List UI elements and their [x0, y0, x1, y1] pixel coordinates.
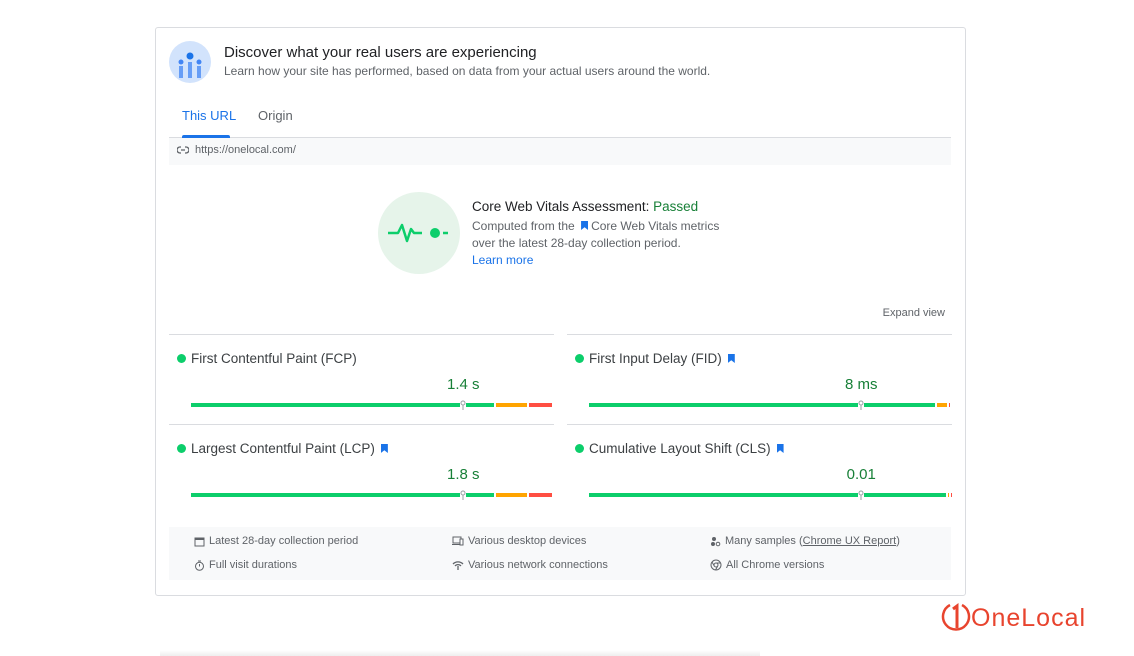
segment-good — [191, 403, 494, 407]
metric-name: Cumulative Layout Shift (CLS) — [575, 441, 787, 456]
chrome-ux-report-link[interactable]: Chrome UX Report — [803, 535, 897, 547]
footer-text: Many samples ( — [725, 535, 803, 547]
metric-value: 1.4 s — [446, 376, 480, 393]
footer-text: All Chrome versions — [726, 559, 825, 571]
heartbeat-icon — [378, 192, 460, 274]
section-title: Discover what your real users are experi… — [224, 44, 537, 61]
data-source-footer: Latest 28-day collection period Full vis… — [169, 527, 951, 580]
assessment-text: Computed from the — [472, 219, 575, 233]
metric-label: First Contentful Paint (FCP) — [191, 351, 357, 366]
footer-durations: Full visit durations — [194, 559, 297, 571]
section-subtitle: Learn how your site has performed, based… — [224, 64, 711, 78]
metric-name: Largest Contentful Paint (LCP) — [177, 441, 391, 456]
timer-icon — [195, 560, 204, 571]
footer-period: Latest 28-day collection period — [194, 535, 358, 547]
link-icon — [177, 146, 189, 154]
url-bar: https://onelocal.com/ — [169, 138, 951, 165]
metric-value: 0.01 — [846, 466, 876, 483]
segment-needs-improvement — [937, 403, 948, 407]
p75-marker — [460, 487, 467, 500]
chrome-icon — [710, 559, 722, 571]
segment-needs-improvement — [948, 493, 950, 497]
metric-name: First Contentful Paint (FCP) — [177, 351, 357, 366]
segment-poor — [950, 493, 952, 497]
metric-label: Largest Contentful Paint (LCP) — [191, 441, 375, 456]
tab-bar: This URL Origin — [169, 98, 951, 138]
tab-origin[interactable]: Origin — [258, 108, 293, 123]
assessment-title: Core Web Vitals Assessment: Passed — [472, 199, 698, 214]
segment-good — [589, 403, 936, 407]
p75-marker — [460, 397, 467, 410]
metric-value: 8 ms — [844, 376, 878, 393]
good-status-icon — [575, 354, 584, 363]
url-text: https://onelocal.com/ — [195, 144, 296, 156]
assessment-label: Core Web Vitals Assessment: — [472, 199, 654, 214]
distribution-bar — [589, 400, 952, 410]
bookmark-icon — [380, 444, 388, 453]
footer-text: ) — [896, 535, 900, 547]
metric-cls: Cumulative Layout Shift (CLS) 0.01 — [567, 424, 952, 514]
footer-samples: Many samples (Chrome UX Report) — [710, 535, 900, 547]
metric-fcp: First Contentful Paint (FCP) 1.4 s — [169, 334, 554, 424]
metric-label: Cumulative Layout Shift (CLS) — [589, 441, 771, 456]
bookmark-icon — [727, 354, 735, 363]
p75-marker — [858, 397, 865, 410]
onelocal-logo: OneLocal — [941, 601, 1086, 635]
segment-good — [191, 493, 494, 497]
segment-poor — [949, 403, 951, 407]
footer-text: Latest 28-day collection period — [209, 535, 359, 547]
assessment-line-2: over the latest 28-day collection period… — [472, 236, 681, 250]
segment-needs-improvement — [495, 403, 527, 407]
segment-poor — [528, 403, 552, 407]
metric-name: First Input Delay (FID) — [575, 351, 738, 366]
assessment-text: Core Web Vitals metrics — [591, 219, 720, 233]
segment-good — [589, 493, 947, 497]
bookmark-icon — [776, 444, 784, 453]
footer-text: Full visit durations — [209, 559, 298, 571]
next-section-preview — [160, 650, 760, 656]
distribution-bar — [191, 490, 554, 500]
assessment-line-1: Computed from the Core Web Vitals metric… — [472, 219, 719, 233]
devices-icon — [452, 536, 464, 546]
footer-text: Various desktop devices — [468, 535, 587, 547]
assessment-status: Passed — [653, 199, 699, 214]
tab-this-url[interactable]: This URL — [182, 108, 236, 123]
footer-chrome: All Chrome versions — [710, 559, 824, 571]
users-icon — [169, 41, 211, 83]
p75-marker — [858, 487, 865, 500]
calendar-icon — [194, 537, 205, 546]
metric-fid: First Input Delay (FID) 8 ms — [567, 334, 952, 424]
segment-needs-improvement — [495, 493, 527, 497]
distribution-bar — [191, 400, 554, 410]
field-data-card: Discover what your real users are experi… — [155, 27, 966, 596]
samples-icon — [711, 536, 721, 546]
expand-view-button[interactable]: Expand view — [883, 307, 945, 319]
distribution-bar — [589, 490, 952, 500]
metric-label: First Input Delay (FID) — [589, 351, 722, 366]
segment-poor — [528, 493, 552, 497]
good-status-icon — [177, 444, 186, 453]
footer-network: Various network connections — [452, 559, 608, 571]
good-status-icon — [575, 444, 584, 453]
learn-more-link[interactable]: Learn more — [472, 253, 533, 267]
good-status-icon — [177, 354, 186, 363]
footer-text: Various network connections — [468, 559, 608, 571]
bookmark-icon — [581, 221, 589, 230]
metric-value: 1.8 s — [446, 466, 480, 483]
wifi-icon — [452, 561, 464, 570]
metric-lcp: Largest Contentful Paint (LCP) 1.8 s — [169, 424, 554, 514]
footer-devices: Various desktop devices — [452, 535, 586, 547]
